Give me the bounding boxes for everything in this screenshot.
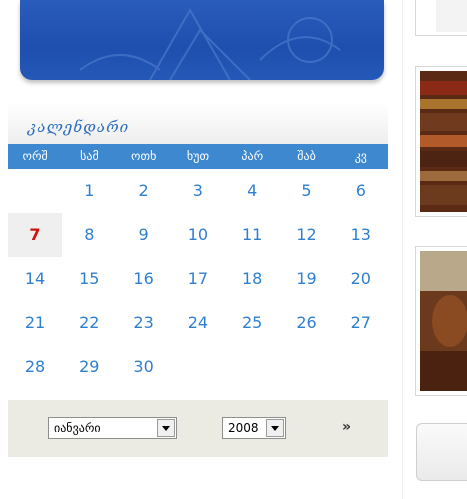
calendar-day[interactable]: 25 xyxy=(225,301,279,345)
chevron-down-icon[interactable] xyxy=(157,419,175,437)
calendar-day[interactable]: 19 xyxy=(280,257,334,301)
calendar-day[interactable]: 18 xyxy=(225,257,279,301)
calendar-day[interactable]: 30 xyxy=(117,345,171,389)
chevron-down-icon[interactable] xyxy=(266,419,284,437)
calendar-day[interactable]: 10 xyxy=(171,213,225,257)
calendar-day[interactable]: 9 xyxy=(117,213,171,257)
calendar-title-bar: კალენდარი xyxy=(8,102,388,144)
calendar-day[interactable]: 3 xyxy=(171,169,225,213)
weekday-sat: შაბ xyxy=(297,149,316,163)
side-button[interactable] xyxy=(416,423,467,481)
year-select[interactable]: 2008 xyxy=(222,417,286,439)
thumbnail-books[interactable] xyxy=(415,66,467,217)
calendar-widget: კალენდარი ორშ სამ ოთხ ხუთ პარ შაბ კვ 123… xyxy=(8,102,388,457)
weekday-tue: სამ xyxy=(80,149,99,163)
weekday-header: ორშ სამ ოთხ ხუთ პარ შაბ კვ xyxy=(8,144,388,169)
calendar-footer: იანვარი 2008 » xyxy=(8,400,388,457)
calendar-day[interactable]: 16 xyxy=(117,257,171,301)
month-select[interactable]: იანვარი xyxy=(48,417,177,439)
calendar-day[interactable]: 12 xyxy=(280,213,334,257)
calendar-day[interactable]: 11 xyxy=(225,213,279,257)
calendar-day[interactable]: 1 xyxy=(62,169,116,213)
calendar-days-grid: 1 2 3 4 5 6 7 8 9 10 11 12 13 14 15 16 17 18 19 20 21 22 23 24 2… xyxy=(8,169,388,389)
year-select-value: 2008 xyxy=(228,421,259,435)
photo-image xyxy=(420,251,467,391)
calendar-day[interactable]: 8 xyxy=(62,213,116,257)
calendar-day[interactable]: 27 xyxy=(334,301,388,345)
thumbnail-top[interactable] xyxy=(415,0,467,36)
calendar-title: კალენდარი xyxy=(28,118,130,136)
calendar-day[interactable]: 2 xyxy=(117,169,171,213)
calendar-day[interactable]: 14 xyxy=(8,257,62,301)
calendar-day[interactable]: 29 xyxy=(62,345,116,389)
calendar-day[interactable]: 4 xyxy=(225,169,279,213)
calendar-day[interactable]: 17 xyxy=(171,257,225,301)
weekday-thu: ხუთ xyxy=(186,149,210,163)
weekday-fri: პარ xyxy=(241,149,264,163)
header-banner xyxy=(20,0,384,80)
calendar-day[interactable]: 5 xyxy=(280,169,334,213)
weekday-sun: კვ xyxy=(354,149,367,163)
calendar-day[interactable]: 6 xyxy=(334,169,388,213)
calendar-day[interactable]: 22 xyxy=(62,301,116,345)
weekday-wed: ოთხ xyxy=(131,149,157,163)
calendar-day[interactable]: 20 xyxy=(334,257,388,301)
calendar-day[interactable]: 28 xyxy=(8,345,62,389)
calendar-day[interactable]: 15 xyxy=(62,257,116,301)
left-column: კალენდარი ორშ სამ ოთხ ხუთ პარ შაბ კვ 123… xyxy=(8,0,388,499)
calendar-day-today[interactable]: 7 xyxy=(8,213,62,257)
double-arrow-icon[interactable]: » xyxy=(342,419,351,435)
weekday-mon: ორშ xyxy=(22,149,48,163)
column-divider xyxy=(402,0,403,499)
books-image xyxy=(420,71,467,212)
month-select-value: იანვარი xyxy=(54,421,101,435)
calendar-day[interactable]: 13 xyxy=(334,213,388,257)
thumbnail-photo[interactable] xyxy=(415,246,467,396)
calendar-day[interactable]: 21 xyxy=(8,301,62,345)
banner-decoration xyxy=(79,7,341,80)
calendar-day[interactable]: 23 xyxy=(117,301,171,345)
calendar-day[interactable]: 26 xyxy=(280,301,334,345)
calendar-day[interactable]: 24 xyxy=(171,301,225,345)
